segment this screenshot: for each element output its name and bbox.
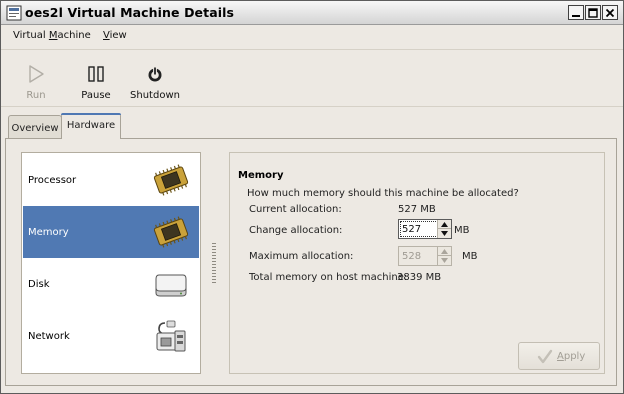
device-list: Processor Memory Disk Network (21, 152, 201, 374)
shutdown-label: Shutdown (130, 90, 180, 101)
spin-arrows (437, 220, 451, 238)
device-item-processor[interactable]: Processor (23, 154, 199, 206)
menu-view[interactable]: View (103, 30, 127, 41)
maximize-icon (588, 7, 598, 18)
shutdown-button[interactable]: Shutdown (127, 58, 183, 104)
tab-hardware-label: Hardware (66, 120, 116, 131)
arrow-up-icon (441, 248, 448, 254)
minimize-icon (572, 14, 580, 17)
decrement-button[interactable] (438, 229, 451, 238)
increment-button (438, 247, 451, 256)
maximize-button[interactable] (585, 5, 601, 20)
apply-label: Apply (557, 351, 585, 362)
disk-drive-icon (155, 274, 187, 297)
arrow-down-icon (441, 231, 448, 236)
change-allocation-label: Change allocation: (249, 225, 343, 236)
menu-bar: Virtual Machine View (1, 25, 623, 47)
pause-button[interactable]: Pause (71, 58, 121, 104)
device-label: Disk (28, 279, 50, 290)
power-icon (148, 66, 162, 82)
host-memory-value: 3839 MB (397, 272, 442, 283)
maximum-allocation-unit: MB (462, 251, 478, 262)
increment-button[interactable] (438, 220, 451, 229)
arrow-down-icon (441, 258, 448, 263)
change-allocation-unit: MB (454, 225, 470, 236)
maximum-allocation-spinbutton: 528 (398, 246, 452, 266)
apply-mnemonic: A (557, 351, 564, 362)
vm-details-window: oes2l Virtual Machine Details Virtual Ma… (0, 0, 624, 394)
change-allocation-spinbutton[interactable]: 527 (398, 219, 452, 239)
device-item-network[interactable]: Network (23, 310, 199, 362)
spin-arrows (437, 247, 451, 265)
device-item-memory[interactable]: Memory (23, 206, 199, 258)
title-bar[interactable]: oes2l Virtual Machine Details (1, 1, 623, 25)
memory-chip-icon (153, 216, 189, 248)
menu-label-part: achine (57, 30, 91, 41)
processor-chip-icon (153, 164, 189, 196)
menu-label-part: iew (109, 30, 127, 41)
device-item-disk[interactable]: Disk (23, 258, 199, 310)
run-button[interactable]: Run (11, 58, 61, 104)
tab-overview[interactable]: Overview (8, 115, 62, 139)
host-memory-label: Total memory on host machine: (249, 272, 408, 283)
memory-question: How much memory should this machine be a… (247, 188, 519, 199)
apply-label-rest: pply (563, 351, 586, 362)
maximum-allocation-label: Maximum allocation: (249, 251, 354, 262)
checkmark-icon (537, 349, 553, 364)
maximum-allocation-input: 528 (402, 251, 422, 262)
menu-mnemonic: V (103, 30, 110, 41)
toolbar: Run Pause Shutdown (1, 49, 623, 107)
pause-label: Pause (81, 90, 111, 101)
play-icon (29, 65, 44, 83)
current-allocation-value: 527 MB (398, 204, 436, 215)
arrow-up-icon (441, 221, 448, 227)
network-adapter-icon (156, 320, 186, 352)
window-menu-icon[interactable] (6, 5, 22, 21)
decrement-button (438, 256, 451, 265)
close-icon (605, 8, 615, 17)
menu-mnemonic: M (48, 30, 58, 41)
device-label: Memory (28, 227, 69, 238)
device-label: Processor (28, 175, 77, 186)
tab-hardware[interactable]: Hardware (61, 113, 121, 139)
tab-overview-label: Overview (11, 123, 59, 134)
close-button[interactable] (602, 5, 618, 20)
pause-icon (88, 66, 104, 82)
menu-virtual-machine[interactable]: Virtual Machine (13, 30, 91, 41)
window-title: oes2l Virtual Machine Details (25, 5, 235, 20)
current-allocation-label: Current allocation: (249, 204, 342, 215)
menu-label-part: Virtual (13, 30, 49, 41)
minimize-button[interactable] (568, 5, 584, 20)
change-allocation-input[interactable]: 527 (402, 224, 421, 235)
device-label: Network (28, 331, 70, 342)
memory-heading: Memory (238, 170, 284, 181)
apply-button[interactable]: Apply (518, 342, 600, 370)
run-label: Run (26, 90, 46, 101)
pane-splitter-grip[interactable] (212, 243, 216, 285)
